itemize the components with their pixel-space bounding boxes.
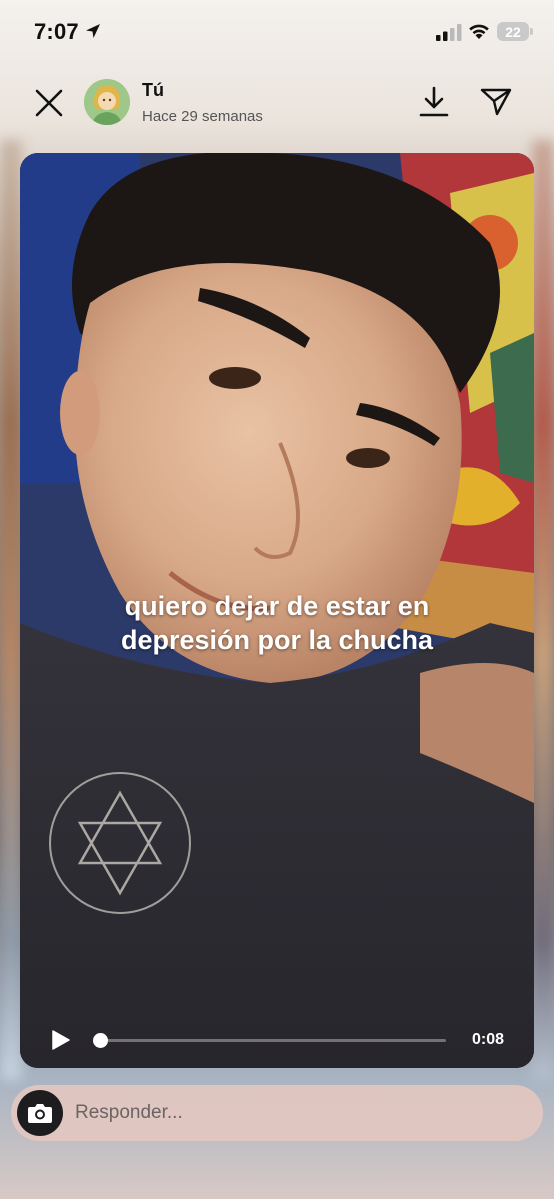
- story-timestamp: Hace 29 semanas: [142, 108, 263, 125]
- wifi-icon: [469, 24, 489, 39]
- battery-nub: [530, 28, 533, 35]
- user-name[interactable]: Tú: [142, 80, 164, 101]
- background-blur-left: [0, 140, 22, 1080]
- camera-icon: [28, 1104, 52, 1123]
- download-icon: [419, 86, 449, 117]
- background-blur-right: [532, 140, 554, 1080]
- story-media[interactable]: quiero dejar de estar en depresión por l…: [20, 153, 534, 1068]
- video-player-controls: 0:08: [20, 1010, 534, 1068]
- camera-button[interactable]: [17, 1090, 63, 1136]
- location-arrow-icon: [86, 24, 100, 38]
- send-icon: [480, 88, 512, 116]
- close-icon: [35, 89, 63, 117]
- send-button[interactable]: [478, 84, 514, 120]
- story-caption: quiero dejar de estar en depresión por l…: [120, 591, 434, 656]
- avatar[interactable]: [84, 79, 130, 125]
- close-button[interactable]: [30, 84, 68, 122]
- story-header: Tú Hace 29 semanas: [0, 70, 554, 136]
- progress-scrubber[interactable]: [93, 1033, 108, 1048]
- play-icon[interactable]: [48, 1028, 72, 1052]
- status-time: 7:07: [34, 19, 79, 44]
- download-button[interactable]: [416, 84, 452, 120]
- avatar-illustration: [84, 79, 130, 125]
- battery-level: 22: [505, 23, 521, 40]
- cellular-signal-icon: [436, 24, 462, 41]
- progress-track[interactable]: [100, 1039, 446, 1042]
- status-bar: 7:07 22: [0, 0, 554, 64]
- battery-icon: 22: [497, 22, 529, 41]
- video-duration: 0:08: [471, 1031, 504, 1048]
- reply-input[interactable]: [75, 1085, 515, 1141]
- reply-bar: [11, 1085, 543, 1141]
